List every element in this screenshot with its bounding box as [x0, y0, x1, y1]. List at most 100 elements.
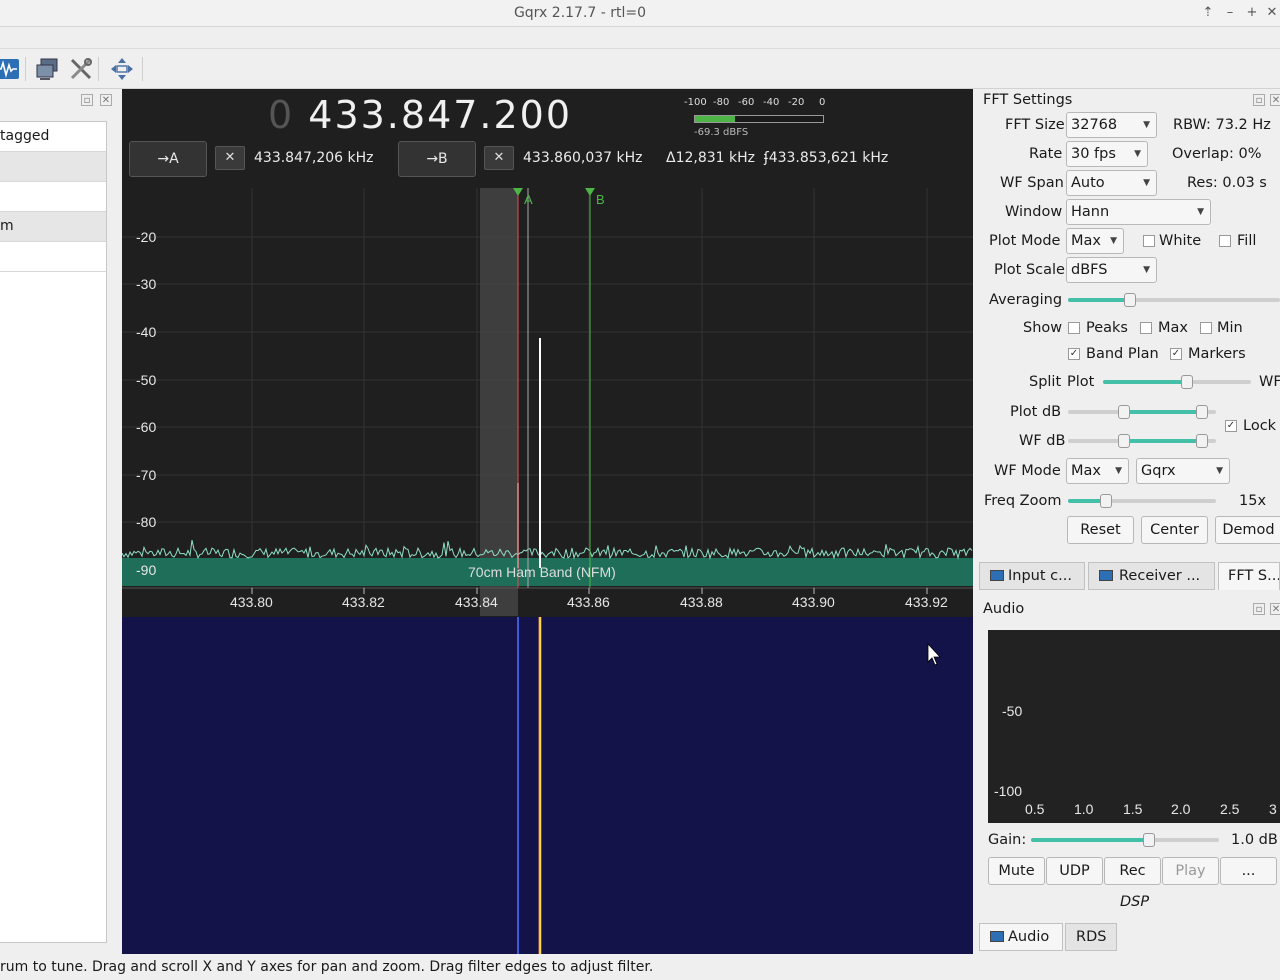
split-slider[interactable]	[1103, 375, 1251, 389]
float-icon[interactable]: ▫	[1253, 94, 1265, 106]
audio-spectrum[interactable]: -50 -100 0.5 1.0 1.5 2.0 2.5 3	[988, 630, 1280, 823]
spectrum-trace	[122, 539, 973, 560]
meter-tick: -80	[713, 97, 730, 108]
plot-mode-select[interactable]: Max ▼	[1066, 228, 1124, 254]
freq-zoom-slider[interactable]	[1068, 494, 1216, 508]
window-select[interactable]: Hann ▼	[1066, 199, 1211, 225]
spectrum-plot[interactable]: A B 70cm Ham Band (NFM) -20 -30 -40 -50 …	[122, 188, 973, 616]
audio-title: Audio	[983, 601, 1025, 617]
float-icon[interactable]: ▫	[1253, 603, 1265, 615]
meter-label: -69.3 dBFS	[694, 127, 749, 138]
band-plan-checkbox[interactable]: ✓	[1068, 348, 1080, 360]
min-checkbox[interactable]	[1200, 322, 1212, 334]
tools-icon[interactable]	[68, 56, 94, 82]
meter-fill	[695, 116, 735, 122]
audio-options-button[interactable]: ...	[1220, 857, 1277, 885]
x-tick: 433.82	[342, 594, 385, 610]
slider-handle[interactable]	[1181, 375, 1193, 389]
rate-select[interactable]: 30 fps ▼	[1066, 141, 1148, 167]
set-vfo-b-button[interactable]: →B	[398, 141, 476, 177]
plot-db-range-slider[interactable]	[1068, 405, 1216, 419]
marker-b-label: B	[596, 192, 605, 207]
chevron-up-icon[interactable]: ⇡	[1199, 4, 1217, 22]
slider-handle[interactable]	[1100, 494, 1112, 508]
tab-rds[interactable]: RDS	[1065, 923, 1117, 951]
center-button[interactable]: Center	[1141, 516, 1208, 544]
spectrum-svg[interactable]: A B 70cm Ham Band (NFM) -20 -30 -40 -50 …	[122, 188, 973, 616]
gain-slider[interactable]	[1031, 833, 1219, 847]
tab-audio[interactable]: Audio	[979, 923, 1063, 951]
mute-button[interactable]: Mute	[988, 857, 1045, 885]
split-label: Split	[1029, 374, 1062, 390]
max-checkbox[interactable]	[1140, 322, 1152, 334]
set-vfo-a-button[interactable]: →A	[129, 141, 207, 177]
wf-db-range-slider[interactable]	[1068, 434, 1216, 448]
reset-button[interactable]: Reset	[1067, 516, 1134, 544]
demod-button[interactable]: Demod	[1215, 516, 1280, 544]
markers-checkbox[interactable]: ✓	[1170, 348, 1182, 360]
frequency-value[interactable]: 433.847.200	[308, 93, 572, 137]
close-icon[interactable]: ✕	[1270, 94, 1280, 106]
tab-input-controls[interactable]: Input c...	[979, 562, 1085, 590]
tab-fft-settings[interactable]: FFT S...	[1218, 562, 1280, 590]
close-icon[interactable]: ✕	[1270, 603, 1280, 615]
waveform-icon[interactable]	[0, 56, 20, 82]
slider-handle[interactable]	[1143, 833, 1155, 847]
list-item[interactable]	[0, 182, 106, 212]
play-button[interactable]: Play	[1162, 857, 1219, 885]
list-item[interactable]: m	[0, 212, 106, 242]
list-item[interactable]: tagged	[0, 122, 106, 152]
x-tick: 433.86	[567, 594, 610, 610]
slider-handle[interactable]	[1124, 293, 1136, 307]
fullscreen-icon[interactable]	[109, 56, 135, 82]
udp-button[interactable]: UDP	[1046, 857, 1103, 885]
network-icon[interactable]	[35, 56, 61, 82]
fft-size-select[interactable]: 32768 ▼	[1066, 112, 1157, 138]
wf-db-label: WF dB	[1019, 433, 1066, 449]
freq-zoom-label: Freq Zoom	[984, 493, 1062, 509]
res-readout: Res: 0.03 s	[1187, 175, 1267, 191]
frequency-display[interactable]: 0 433.847.200	[268, 93, 572, 137]
slider-handle[interactable]	[1118, 434, 1130, 448]
rec-button[interactable]: Rec	[1104, 857, 1161, 885]
close-icon[interactable]: ✕	[100, 94, 112, 106]
list-item[interactable]	[0, 242, 106, 272]
slider-handle[interactable]	[1118, 405, 1130, 419]
tab-receiver-options[interactable]: Receiver ...	[1088, 562, 1215, 590]
x-tick: 433.80	[230, 594, 273, 610]
white-checkbox[interactable]	[1143, 235, 1155, 247]
close-icon[interactable]: ✕	[1263, 4, 1280, 22]
slider-handle[interactable]	[1196, 434, 1208, 448]
clear-a-button[interactable]: ✕	[215, 146, 245, 170]
audio-icon	[990, 931, 1004, 942]
split-wf-label: WF	[1259, 374, 1280, 390]
fill-checkbox[interactable]	[1219, 235, 1231, 247]
averaging-slider[interactable]	[1068, 293, 1280, 307]
bookmarks-panel: ▫ ✕ tagged m	[0, 91, 115, 947]
lock-checkbox[interactable]: ✓	[1225, 420, 1237, 432]
peaks-checkbox[interactable]	[1068, 322, 1080, 334]
waterfall[interactable]	[122, 617, 973, 954]
markers-label: Markers	[1188, 346, 1246, 362]
gain-value: 1.0 dB	[1231, 832, 1278, 848]
wf-span-select[interactable]: Auto ▼	[1066, 170, 1157, 196]
freq-zoom-value: 15x	[1239, 493, 1267, 509]
x-tick: 433.92	[905, 594, 948, 610]
x-tick: 433.88	[680, 594, 723, 610]
wf-color-select[interactable]: Gqrx ▼	[1136, 458, 1230, 484]
wf-mode-select[interactable]: Max ▼	[1066, 458, 1129, 484]
slider-handle[interactable]	[1196, 405, 1208, 419]
clear-b-button[interactable]: ✕	[484, 146, 514, 170]
maximize-icon[interactable]: +	[1243, 4, 1261, 22]
y-tick: -90	[136, 562, 156, 578]
minimize-icon[interactable]: –	[1221, 4, 1239, 22]
y-tick: -30	[136, 276, 156, 292]
waterfall-svg[interactable]	[122, 617, 973, 954]
plot-scale-select[interactable]: dBFS ▼	[1066, 257, 1157, 283]
fft-size-label: FFT Size	[1005, 117, 1065, 133]
menu-bar	[0, 27, 1280, 49]
bookmark-list[interactable]: tagged m	[0, 121, 107, 943]
marker-b-triangle[interactable]	[585, 188, 595, 196]
float-icon[interactable]: ▫	[81, 94, 93, 106]
list-item[interactable]	[0, 152, 106, 182]
